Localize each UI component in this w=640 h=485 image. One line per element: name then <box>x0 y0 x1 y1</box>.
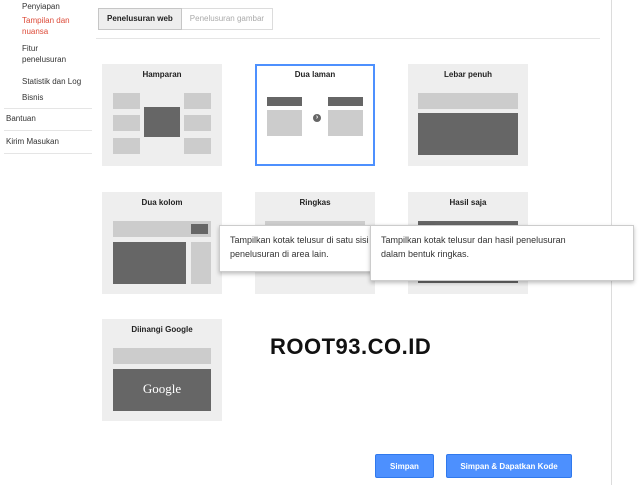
layout-title: Dua laman <box>294 70 336 79</box>
layout-block-overlay <box>144 107 180 137</box>
layout-block <box>328 97 363 106</box>
layout-block <box>184 138 211 154</box>
layout-card-dua-kolom[interactable]: Dua kolom <box>102 192 222 294</box>
sidebar-item-tampilan-line1: Tampilan dan <box>22 16 70 25</box>
sidebar-item-statistik[interactable]: Statistik dan Log <box>22 76 81 87</box>
sidebar-item-tampilan-line2: nuansa <box>22 27 49 36</box>
layout-block <box>113 93 140 109</box>
layout-block <box>113 115 140 131</box>
sidebar-divider <box>4 130 92 131</box>
layout-block <box>418 93 518 109</box>
sidebar-item-kirim-masukan[interactable]: Kirim Masukan <box>6 136 59 147</box>
layout-block <box>184 115 211 131</box>
tab-web-search[interactable]: Penelusuran web <box>98 8 182 30</box>
sidebar-item-bisnis[interactable]: Bisnis <box>22 92 43 103</box>
layout-card-dua-laman[interactable]: Dua laman › <box>255 64 375 166</box>
sidebar-item-fitur-line1: Fitur <box>22 44 38 53</box>
layout-block <box>328 110 363 136</box>
layout-block <box>418 113 518 155</box>
sidebar-item-penyiapan[interactable]: Penyiapan <box>22 1 60 12</box>
sidebar-divider <box>4 108 92 109</box>
layout-block <box>113 138 140 154</box>
save-get-code-button[interactable]: Simpan & Dapatkan Kode <box>446 454 572 478</box>
layout-title: Dua kolom <box>141 198 183 207</box>
layout-block <box>191 242 211 284</box>
watermark-text: ROOT93.CO.ID <box>270 334 432 359</box>
layout-title: Hamparan <box>142 70 182 79</box>
layout-block <box>267 97 302 106</box>
layout-card-lebar-penuh[interactable]: Lebar penuh <box>408 64 528 166</box>
arrow-icon: › <box>313 114 321 122</box>
layout-title: Diinangi Google <box>131 325 193 334</box>
layout-title: Ringkas <box>299 198 331 207</box>
sidebar-item-fitur[interactable]: Fitur penelusuran <box>22 43 66 65</box>
layout-title: Hasil saja <box>449 198 487 207</box>
sidebar-divider <box>4 153 92 154</box>
tab-image-search[interactable]: Penelusuran gambar <box>181 8 274 30</box>
layout-card-diinangi-google[interactable]: Diinangi Google Google <box>102 319 222 421</box>
tooltip-ringkas: Tampilkan kotak telusur dan hasil penelu… <box>370 225 634 281</box>
layout-block <box>184 93 211 109</box>
layout-title: Lebar penuh <box>443 70 492 79</box>
google-logo: Google <box>142 381 182 396</box>
layout-block <box>191 224 208 234</box>
sidebar-item-tampilan[interactable]: Tampilan dan nuansa <box>22 15 70 37</box>
save-button[interactable]: Simpan <box>375 454 434 478</box>
layout-block <box>267 110 302 136</box>
tooltip-line: Tampilkan kotak telusur dan hasil penelu… <box>381 235 566 245</box>
header-divider <box>96 38 600 39</box>
tooltip-line: dalam bentuk ringkas. <box>381 249 470 259</box>
sidebar-item-bantuan[interactable]: Bantuan <box>6 113 36 124</box>
layout-block <box>113 242 186 284</box>
layout-block <box>113 348 211 364</box>
sidebar-item-fitur-line2: penelusuran <box>22 55 67 64</box>
search-type-tabs: Penelusuran web Penelusuran gambar <box>98 8 274 30</box>
layout-card-hamparan[interactable]: Hamparan <box>102 64 222 166</box>
sidebar-nav: Penyiapan Tampilan dan nuansa Fitur pene… <box>0 0 96 485</box>
